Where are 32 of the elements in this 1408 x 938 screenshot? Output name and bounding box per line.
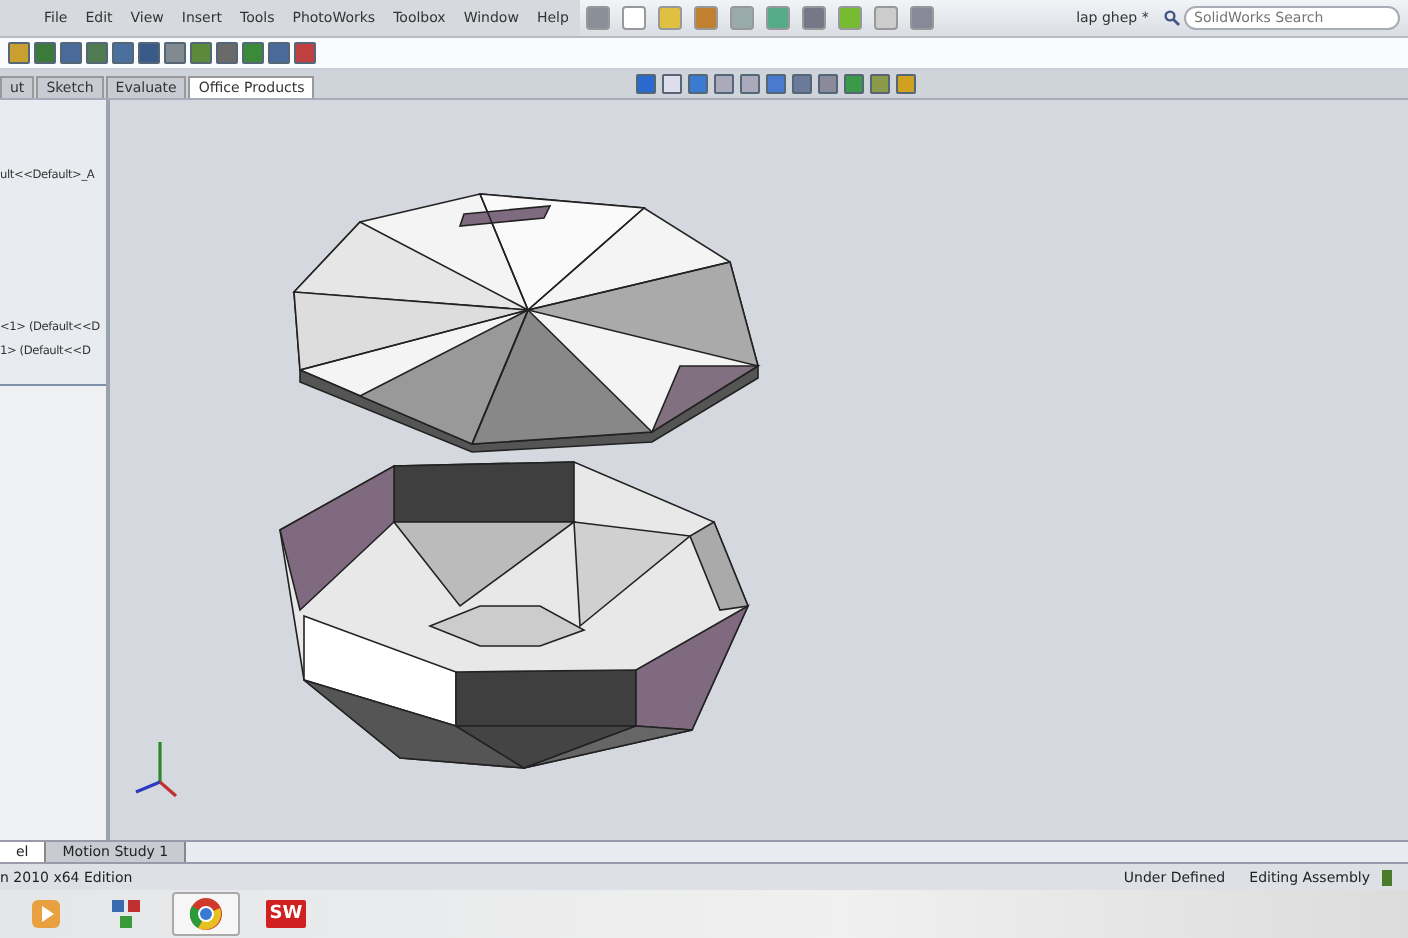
toolbar-icon[interactable]: [112, 42, 134, 64]
toolbar-icon[interactable]: [242, 42, 264, 64]
app-logo: SW: [265, 900, 307, 928]
view-toolbar-icon[interactable]: [818, 74, 839, 94]
view-toolbar-icon[interactable]: [662, 74, 683, 94]
view-toolbar-icon[interactable]: [766, 74, 787, 94]
browser-icon: [188, 896, 224, 932]
view-toolbar-icon[interactable]: [636, 74, 657, 94]
toolbar-icon[interactable]: [268, 42, 290, 64]
search-icon: [1164, 10, 1180, 26]
axis-triad-icon: [135, 742, 178, 798]
view-toolbar-icon[interactable]: [792, 74, 813, 94]
toolbar-icon[interactable]: [294, 42, 316, 64]
view-toolbar-icon[interactable]: [896, 74, 917, 94]
view-toolbar-icon[interactable]: [844, 74, 865, 94]
toolbar-icon[interactable]: [34, 42, 56, 64]
toolbar-icon[interactable]: [60, 42, 82, 64]
toolbar-icon[interactable]: [8, 42, 30, 64]
toolbar-icon[interactable]: [190, 42, 212, 64]
view-toolbar-icon[interactable]: [714, 74, 735, 94]
tiles-icon: [110, 898, 142, 930]
toolbar-icon[interactable]: [138, 42, 160, 64]
taskbar-button[interactable]: SW: [252, 892, 320, 936]
taskbar-button[interactable]: [172, 892, 240, 936]
toolbar-icon[interactable]: [216, 42, 238, 64]
view-toolbar-icon[interactable]: [688, 74, 709, 94]
view-toolbar-icon[interactable]: [740, 74, 761, 94]
toolbar-icon[interactable]: [86, 42, 108, 64]
toolbar-icon[interactable]: [164, 42, 186, 64]
view-toolbar-icon[interactable]: [870, 74, 891, 94]
status-icon: [1382, 869, 1392, 885]
play-icon: [30, 898, 62, 930]
